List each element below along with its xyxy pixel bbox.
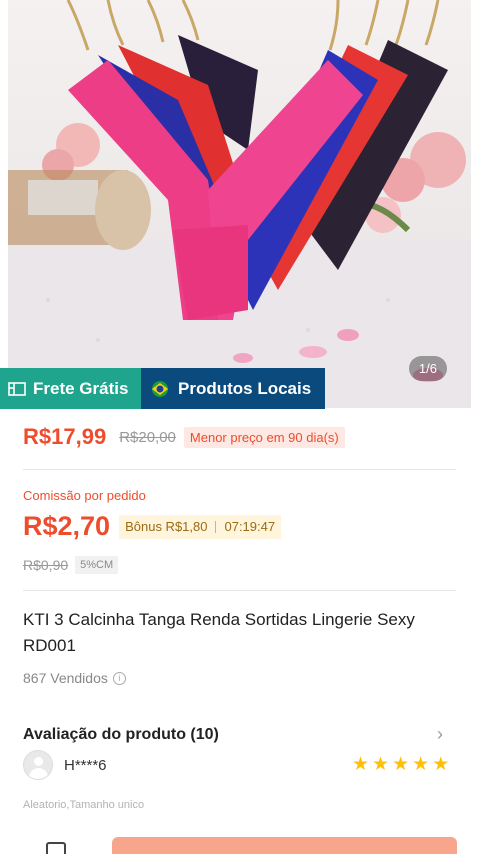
star-icon: ★ xyxy=(352,754,370,775)
divider xyxy=(23,590,456,591)
review-item: H****6 xyxy=(23,750,107,780)
image-page-indicator: 1/6 xyxy=(408,356,447,381)
commission-row: R$2,70 Bônus R$1,80 07:19:47 xyxy=(23,511,282,542)
bonus-badge: Bônus R$1,80 07:19:47 xyxy=(119,514,282,539)
bonus-timer: 07:19:47 xyxy=(224,519,276,534)
shipping-badges: Frete Grátis Produtos Locais xyxy=(0,368,325,409)
sold-count-label: 867 Vendidos xyxy=(23,670,108,686)
free-shipping-badge: Frete Grátis xyxy=(0,368,141,409)
star-icon: ★ xyxy=(392,754,410,775)
product-image[interactable]: 1/6 xyxy=(8,0,471,408)
local-products-label: Produtos Locais xyxy=(178,378,312,398)
commission-old-amount: R$0,90 xyxy=(23,557,69,573)
commission-label: Comissão por pedido xyxy=(23,488,146,503)
star-icon: ★ xyxy=(432,754,450,775)
lowest-price-tag: Menor preço em 90 dia(s) xyxy=(183,426,345,448)
brazil-flag-icon xyxy=(152,380,168,397)
divider xyxy=(23,469,456,470)
local-products-badge: Produtos Locais xyxy=(141,368,325,409)
store-icon[interactable] xyxy=(46,842,66,854)
product-title: KTI 3 Calcinha Tanga Renda Sortidas Ling… xyxy=(23,610,415,655)
original-price: R$20,00 xyxy=(119,428,176,446)
commission-rate-tag: 5%CM xyxy=(75,556,119,574)
shipping-box-icon xyxy=(8,381,26,396)
commission-amount: R$2,70 xyxy=(23,511,111,541)
price-row: R$17,99 R$20,00 Menor preço em 90 dia(s) xyxy=(23,424,345,450)
current-price: R$17,99 xyxy=(23,424,107,449)
bonus-separator xyxy=(215,520,217,533)
product-photo-illustration xyxy=(8,0,471,408)
star-icon: ★ xyxy=(372,754,390,775)
buy-button[interactable] xyxy=(112,837,457,854)
reviewer-name: H****6 xyxy=(64,756,107,774)
rating-stars: ★ ★ ★ ★ ★ xyxy=(352,755,452,775)
avatar xyxy=(23,750,53,780)
review-variation: Aleatorio,Tamanho unico xyxy=(23,799,145,811)
reviews-header[interactable]: Avaliação do produto (10) xyxy=(23,726,219,744)
commission-old-row: R$0,90 5%CM xyxy=(23,556,119,574)
bonus-amount: Bônus R$1,80 xyxy=(125,519,208,534)
star-icon: ★ xyxy=(412,754,430,775)
info-icon[interactable]: i xyxy=(112,671,126,685)
chevron-right-icon[interactable]: › xyxy=(437,724,443,745)
sold-count: 867 Vendidos i xyxy=(23,670,126,686)
free-shipping-label: Frete Grátis xyxy=(33,378,129,398)
